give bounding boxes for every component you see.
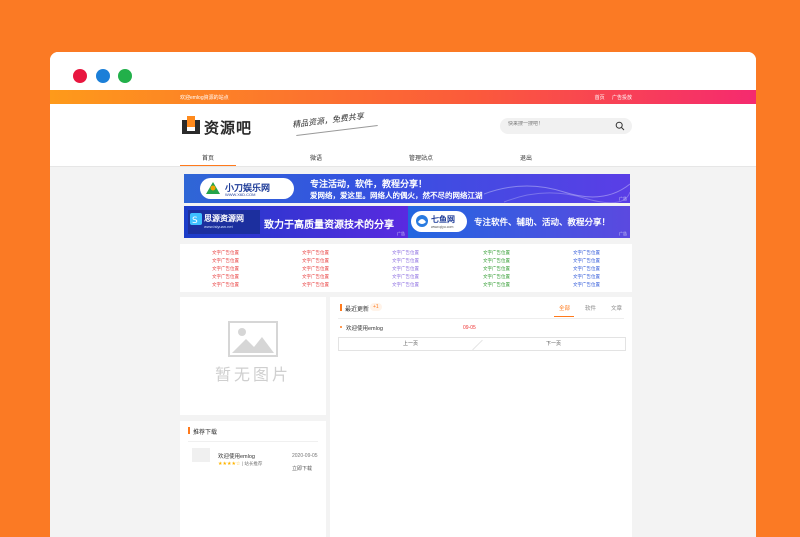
- topbar-link-home[interactable]: 首页: [595, 95, 605, 101]
- text-ad-link[interactable]: 文字广告位置: [573, 250, 600, 256]
- banner1-logo-pill: 小刀娱乐网 WWW.X6D.COM: [200, 178, 294, 199]
- recommended-downloads: 推荐下载 欢迎使用emlog ★★★★☆ | 站长推荐 2020-09-05 立…: [180, 421, 326, 537]
- download-button[interactable]: 立即下载: [292, 465, 312, 472]
- text-ad-link[interactable]: 文字广告位置: [483, 274, 510, 280]
- banner2-right[interactable]: 七鱼网 www.qiyu.com 专注软件、辅助、活动、教程分享！ 广告: [408, 206, 630, 238]
- recommended-item-name[interactable]: 欢迎使用emlog: [218, 452, 255, 460]
- nav-item-admin[interactable]: 管理站点: [393, 153, 449, 162]
- text-ad-link[interactable]: 文字广告位置: [573, 274, 600, 280]
- text-ad-link[interactable]: 文字广告位置: [483, 250, 510, 256]
- recommended-divider: [188, 441, 318, 442]
- banner-ad-1[interactable]: 小刀娱乐网 WWW.X6D.COM 专注活动，软件，教程分享！ 爱网络，爱这里。…: [184, 174, 630, 203]
- text-ad-link[interactable]: 文字广告位置: [212, 258, 239, 264]
- banner2-left-logo-text: 思源资源网: [204, 214, 244, 223]
- banner1-ad-tag: 广告: [619, 196, 627, 201]
- banner2-left-text: 致力于高质量资源技术的分享: [264, 220, 394, 231]
- main-nav: 首页 微语 管理站点 退出: [180, 149, 630, 166]
- banner2-right-ad-tag: 广告: [619, 231, 627, 236]
- banner1-wave-decoration: [484, 183, 630, 203]
- banner1-subline: 爱网络，爱这里。网络人的偶火，然不尽的网络江湖: [310, 191, 483, 200]
- banner2-left[interactable]: S 思源资源网 www.isiyuan.net 致力于高质量资源技术的分享 广告: [184, 206, 408, 238]
- search-icon[interactable]: [615, 121, 625, 131]
- text-ad-link[interactable]: 文字广告位置: [302, 250, 329, 256]
- text-ad-link[interactable]: 文字广告位置: [573, 258, 600, 264]
- no-image-text: 暂无图片: [214, 365, 291, 384]
- tab-software[interactable]: 软件: [585, 304, 596, 312]
- text-ad-link[interactable]: 文字广告位置: [573, 266, 600, 272]
- active-tab-indicator: [554, 316, 574, 317]
- tab-all[interactable]: 全部: [559, 304, 570, 312]
- post-date: 09-05: [463, 325, 476, 331]
- minimize-window-dot[interactable]: [96, 69, 110, 83]
- panel-divider: [338, 318, 624, 319]
- banner2-left-url: www.isiyuan.net: [204, 224, 233, 229]
- pagination: 上一页 下一页: [338, 337, 626, 351]
- banner2-left-logo-box: S 思源资源网 www.isiyuan.net: [188, 210, 260, 234]
- banner-ad-2: S 思源资源网 www.isiyuan.net 致力于高质量资源技术的分享 广告…: [184, 206, 630, 238]
- nav-item-logout[interactable]: 退出: [498, 153, 554, 162]
- text-ad-link[interactable]: 文字广告位置: [392, 282, 419, 288]
- recent-updates-title: 最近更新: [339, 304, 369, 313]
- topbar-links: 首页 广告投放: [589, 94, 632, 101]
- image-placeholder-icon: [228, 321, 278, 357]
- text-ad-link[interactable]: 文字广告位置: [392, 274, 419, 280]
- search-box: [500, 118, 632, 134]
- text-ad-link[interactable]: 文字广告位置: [302, 266, 329, 272]
- nav-item-home[interactable]: 首页: [180, 153, 236, 166]
- close-window-dot[interactable]: [73, 69, 87, 83]
- banner2-right-logo-text: 七鱼网: [431, 215, 455, 224]
- prev-page-button[interactable]: 上一页: [339, 338, 482, 350]
- recommended-title: 推荐下载: [187, 427, 217, 436]
- banner1-headline: 专注活动，软件，教程分享！: [310, 179, 428, 189]
- banner2-right-text: 专注软件、辅助、活动、教程分享！: [474, 217, 611, 227]
- svg-text:S: S: [192, 216, 198, 225]
- text-ads-grid: 文字广告位置 文字广告位置 文字广告位置 文字广告位置 文字广告位置 文字广告位置 文字广告…: [180, 244, 632, 292]
- topbar-link-ads[interactable]: 广告投放: [612, 95, 632, 101]
- recommended-item-thumbnail[interactable]: [192, 448, 210, 462]
- browser-window: 欢迎emlog資源的站点 首页 广告投放 资源吧 精品资源，免费共享 首页: [50, 52, 756, 537]
- text-ad-link[interactable]: 文字广告位置: [392, 258, 419, 264]
- banner2-left-ad-tag: 广告: [397, 231, 405, 236]
- recommended-item-rating: ★★★★☆: [218, 461, 241, 467]
- logo-text: 资源吧: [204, 120, 253, 137]
- text-ad-link[interactable]: 文字广告位置: [212, 274, 239, 280]
- maximize-window-dot[interactable]: [118, 69, 132, 83]
- banner1-url: WWW.X6D.COM: [225, 192, 256, 197]
- text-ad-link[interactable]: 文字广告位置: [302, 274, 329, 280]
- next-page-button[interactable]: 下一页: [482, 338, 625, 350]
- tab-articles[interactable]: 文章: [611, 304, 622, 312]
- text-ad-link[interactable]: 文字广告位置: [212, 282, 239, 288]
- banner2-right-logo-icon: [416, 215, 428, 227]
- text-ad-link[interactable]: 文字广告位置: [302, 258, 329, 264]
- recent-updates-panel: 最近更新 +1 全部 软件 文章 欢迎使用emlog 09-05 上一页 下一页: [330, 297, 632, 537]
- no-image-placeholder: 暂无图片: [180, 297, 326, 415]
- site-header: 资源吧 精品资源，免费共享 首页 微语 管理站点 退出: [50, 104, 756, 167]
- text-ad-link[interactable]: 文字广告位置: [212, 250, 239, 256]
- text-ad-link[interactable]: 文字广告位置: [573, 282, 600, 288]
- text-ad-link[interactable]: 文字广告位置: [392, 266, 419, 272]
- text-ad-link[interactable]: 文字广告位置: [212, 266, 239, 272]
- text-ad-link[interactable]: 文字广告位置: [483, 266, 510, 272]
- text-ad-link[interactable]: 文字广告位置: [483, 282, 510, 288]
- banner1-logo-icon: [206, 182, 220, 194]
- recent-updates-badge: +1: [370, 303, 382, 311]
- banner2-right-url: www.qiyu.com: [431, 225, 454, 229]
- search-input[interactable]: [508, 121, 608, 127]
- recommended-item-date: 2020-09-05: [292, 453, 318, 459]
- nav-item-twitter[interactable]: 微语: [288, 153, 344, 162]
- banner2-right-logo-pill: 七鱼网 www.qiyu.com: [411, 211, 467, 232]
- logo-icon: [182, 116, 200, 134]
- post-title[interactable]: 欢迎使用emlog: [340, 324, 383, 332]
- site-topbar: 欢迎emlog資源的站点 首页 广告投放: [50, 90, 756, 104]
- text-ad-link[interactable]: 文字广告位置: [392, 250, 419, 256]
- welcome-text: 欢迎emlog資源的站点: [180, 95, 229, 101]
- text-ad-link[interactable]: 文字广告位置: [302, 282, 329, 288]
- text-ad-link[interactable]: 文字广告位置: [483, 258, 510, 264]
- banner2-left-logo-icon: S: [190, 213, 202, 225]
- recommended-item-tag: | 站长推荐: [242, 461, 263, 466]
- window-titlebar: [50, 52, 756, 90]
